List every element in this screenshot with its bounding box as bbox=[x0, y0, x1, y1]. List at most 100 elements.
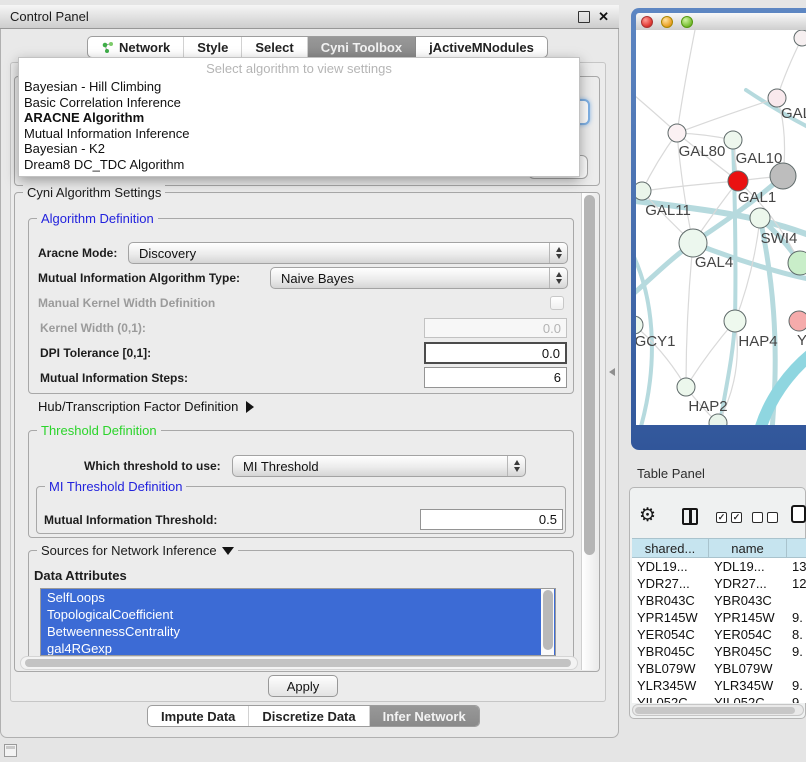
dpi-tolerance-field[interactable]: 0.0 bbox=[424, 342, 567, 364]
data-attributes-label: Data Attributes bbox=[34, 568, 127, 583]
table-row[interactable]: YDL19...YDL19...13 bbox=[632, 558, 806, 575]
checked-box-icon[interactable]: ✓ bbox=[731, 512, 742, 523]
aracne-mode-combobox[interactable]: Discovery bbox=[128, 242, 568, 264]
table-row[interactable]: YIL052CYIL052C9 bbox=[632, 694, 806, 703]
settings-horizontal-scrollbar[interactable] bbox=[20, 656, 578, 670]
node-SWI4-label: SWI4 bbox=[761, 230, 798, 247]
network-edge[interactable] bbox=[677, 30, 696, 133]
tab-network[interactable]: Network bbox=[88, 37, 184, 57]
column-header-name[interactable]: name bbox=[709, 539, 787, 557]
network-edge[interactable] bbox=[735, 218, 760, 321]
table-row[interactable]: YBR045CYBR045C9. bbox=[632, 643, 806, 660]
node-green-right[interactable] bbox=[788, 251, 806, 275]
column-header-shared[interactable]: shared... bbox=[632, 539, 709, 557]
collapse-down-icon[interactable] bbox=[222, 547, 234, 555]
network-canvas[interactable]: GALGAL80GAL10GAL1GAL11SWI4GAL4GCY1HAP4YH… bbox=[636, 30, 806, 425]
tab-cyni-toolbox[interactable]: Cyni Toolbox bbox=[308, 37, 416, 57]
table-row[interactable]: YER054CYER054C8. bbox=[632, 626, 806, 643]
table-row[interactable]: YBR043CYBR043C bbox=[632, 592, 806, 609]
file-icon[interactable] bbox=[791, 505, 806, 523]
sources-group-title[interactable]: Sources for Network Inference bbox=[37, 543, 238, 558]
columns-icon[interactable] bbox=[682, 508, 698, 525]
table-body[interactable]: YDL19...YDL19...13YDR27...YDR27...12YBR0… bbox=[632, 558, 806, 703]
network-edge[interactable] bbox=[677, 98, 777, 133]
dropdown-item-mutual-information-inference[interactable]: Mutual Information Inference bbox=[19, 126, 579, 142]
table-cell: YBR045C bbox=[709, 643, 787, 660]
mi-threshold-label: Mutual Information Threshold: bbox=[44, 513, 217, 527]
table-row[interactable]: YPR145WYPR145W9. bbox=[632, 609, 806, 626]
tab-select[interactable]: Select bbox=[242, 37, 307, 57]
node-GAL11[interactable] bbox=[636, 182, 651, 200]
hub-section-header[interactable]: Hub/Transcription Factor Definition bbox=[38, 399, 254, 414]
node-pink-right[interactable] bbox=[789, 311, 806, 331]
horizontal-scrollbar-thumb[interactable] bbox=[25, 659, 571, 667]
tab-jactivemnodules[interactable]: jActiveMNodules bbox=[416, 37, 547, 57]
mi-threshold-field[interactable]: 0.5 bbox=[420, 509, 563, 530]
network-edge[interactable] bbox=[642, 133, 677, 191]
node-SWI4[interactable] bbox=[750, 208, 770, 228]
dropdown-item-bayesian-hill-climbing[interactable]: Bayesian - Hill Climbing bbox=[19, 79, 579, 95]
splitpane-collapse-icon[interactable] bbox=[609, 368, 615, 376]
node-top-partial[interactable] bbox=[794, 30, 806, 46]
list-item-betweennesscentrality[interactable]: BetweennessCentrality bbox=[41, 623, 555, 640]
apply-button[interactable]: Apply bbox=[268, 675, 338, 697]
close-traffic-light-icon[interactable] bbox=[641, 16, 653, 28]
node-HAP4[interactable] bbox=[724, 310, 746, 332]
float-window-icon[interactable] bbox=[578, 11, 590, 23]
table-cell: YLR345W bbox=[709, 677, 787, 694]
control-panel-titlebar[interactable]: Control Panel ✕ bbox=[0, 5, 619, 29]
tab-discretize-data[interactable]: Discretize Data bbox=[249, 706, 369, 726]
manual-kernel-width-checkbox[interactable] bbox=[550, 296, 564, 310]
mi-algorithm-type-combobox[interactable]: Naive Bayes bbox=[270, 267, 568, 289]
node-GAL11-label: GAL11 bbox=[645, 202, 691, 219]
node-GAL10[interactable] bbox=[724, 131, 742, 149]
unchecked-box-icon[interactable] bbox=[767, 512, 778, 523]
tab-impute-data[interactable]: Impute Data bbox=[148, 706, 249, 726]
tab-style[interactable]: Style bbox=[184, 37, 242, 57]
table-hscrollbar-thumb[interactable] bbox=[635, 707, 795, 714]
data-attributes-list[interactable]: SelfLoopsTopologicalCoefficientBetweenne… bbox=[40, 588, 556, 656]
minimize-traffic-light-icon[interactable] bbox=[661, 16, 673, 28]
list-item-topologicalcoefficient[interactable]: TopologicalCoefficient bbox=[41, 606, 555, 623]
network-edge[interactable] bbox=[642, 181, 738, 191]
dropdown-item-basic-correlation-inference[interactable]: Basic Correlation Inference bbox=[19, 95, 579, 111]
tab-infer-network[interactable]: Infer Network bbox=[370, 706, 479, 726]
kernel-width-field[interactable]: 0.0 bbox=[424, 318, 567, 338]
network-edge[interactable] bbox=[760, 352, 806, 425]
unchecked-box-icon[interactable] bbox=[752, 512, 763, 523]
column-header-col2[interactable] bbox=[787, 539, 806, 557]
attributes-list-scrollbar[interactable] bbox=[541, 589, 554, 655]
table-horizontal-scrollbar[interactable] bbox=[632, 704, 804, 716]
mi-steps-field[interactable]: 6 bbox=[424, 367, 567, 388]
node-bottom-partial[interactable] bbox=[709, 414, 727, 425]
dropdown-item-dream8-dc-tdc-algorithm[interactable]: Dream8 DC_TDC Algorithm bbox=[19, 157, 579, 173]
node-GAL80[interactable] bbox=[668, 124, 686, 142]
network-edge[interactable] bbox=[686, 243, 693, 387]
checked-box-icon[interactable]: ✓ bbox=[716, 512, 727, 523]
list-item-gal4rgexp[interactable]: gal4RGexp bbox=[41, 640, 555, 656]
vertical-scrollbar-thumb[interactable] bbox=[584, 195, 595, 555]
panel-restore-icon[interactable] bbox=[4, 744, 17, 757]
node-pink-right-label: Y bbox=[797, 332, 806, 349]
node-GAL1[interactable] bbox=[728, 171, 748, 191]
node-GAL4[interactable] bbox=[679, 229, 707, 257]
table-cell: YDL19... bbox=[709, 558, 787, 575]
expand-right-icon[interactable] bbox=[246, 401, 254, 413]
network-window-titlebar[interactable] bbox=[636, 13, 806, 30]
settings-vertical-scrollbar[interactable] bbox=[581, 193, 597, 670]
network-edge[interactable] bbox=[777, 38, 802, 98]
list-item-selfloops[interactable]: SelfLoops bbox=[41, 589, 555, 606]
table-row[interactable]: YBL079WYBL079W bbox=[632, 660, 806, 677]
zoom-traffic-light-icon[interactable] bbox=[681, 16, 693, 28]
table-row[interactable]: YLR345WYLR345W9. bbox=[632, 677, 806, 694]
node-HAP2[interactable] bbox=[677, 378, 695, 396]
gear-icon[interactable]: ⚙ bbox=[639, 505, 656, 527]
table-header[interactable]: shared...name bbox=[632, 538, 806, 558]
dropdown-item-aracne-algorithm[interactable]: ARACNE Algorithm bbox=[19, 110, 579, 126]
close-icon[interactable]: ✕ bbox=[598, 12, 609, 22]
dropdown-item-bayesian-k2[interactable]: Bayesian - K2 bbox=[19, 141, 579, 157]
mi-steps-value: 6 bbox=[554, 370, 561, 385]
which-threshold-combobox[interactable]: MI Threshold bbox=[232, 455, 526, 477]
table-row[interactable]: YDR27...YDR27...12 bbox=[632, 575, 806, 592]
aracne-mode-value: Discovery bbox=[139, 246, 196, 261]
